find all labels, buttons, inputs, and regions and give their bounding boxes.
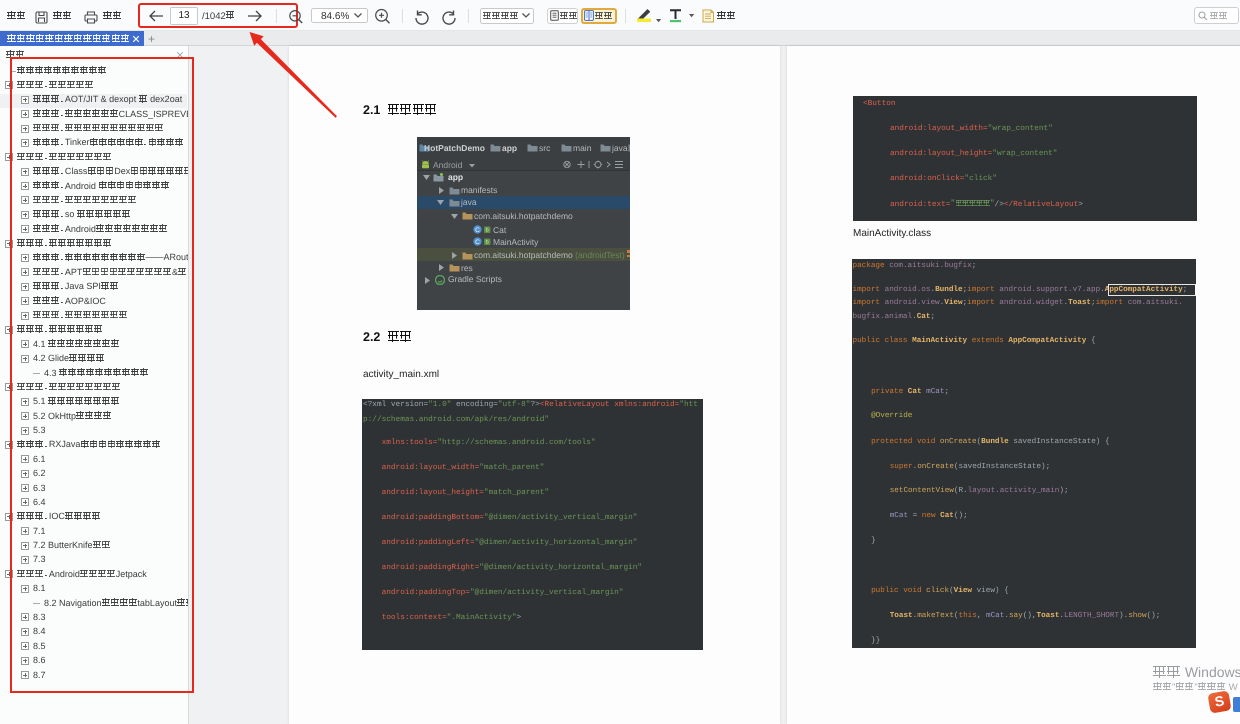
svg-text:b: b [486, 240, 489, 246]
svg-text:C: C [475, 227, 480, 234]
svg-text:b: b [486, 228, 489, 234]
svg-text:C: C [475, 239, 480, 246]
